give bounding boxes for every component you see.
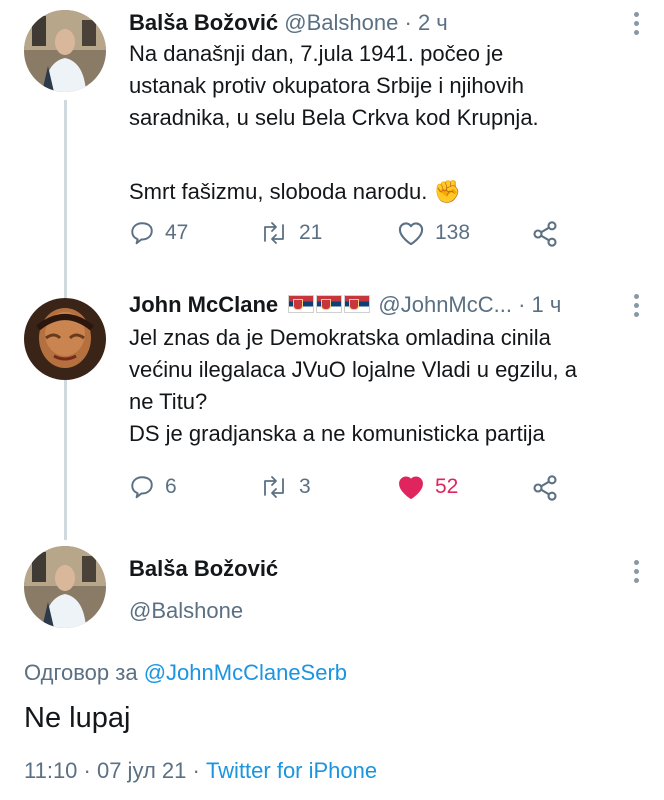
reply-context: Одговор за @JohnMcClaneSerb — [24, 660, 347, 686]
retweet-count: 3 — [299, 475, 311, 498]
retweet-icon — [264, 476, 284, 498]
tweet-header: Balša Božović @Balshone · 2 ч — [129, 10, 448, 36]
author-handle[interactable]: @Balshone — [129, 598, 243, 624]
reply-icon — [131, 222, 153, 245]
reply-prefix: Одговор за — [24, 660, 144, 685]
heart-icon — [399, 476, 423, 499]
tweet-line: Smrt fašizmu, sloboda narodu. ✊ — [129, 179, 461, 204]
serbian-flag-icon — [344, 295, 371, 313]
tweet-line: saradnika, u selu Bela Crkva kod Krupnja… — [129, 105, 539, 130]
tweet-header: John McClane @JohnMcC... · 1 ч — [129, 292, 561, 318]
retweet-count: 21 — [299, 221, 323, 244]
author-handle[interactable]: @Balshone — [284, 10, 398, 35]
tweet-actions: 47 21 138 — [129, 220, 569, 252]
serbian-flag-icon — [288, 295, 315, 313]
like-count: 138 — [435, 221, 471, 244]
reply-button[interactable]: 6 — [129, 474, 177, 500]
more-icon[interactable] — [634, 560, 640, 583]
tweet-line: Na današnji dan, 7.jula 1941. počeo je — [129, 41, 504, 66]
tweet-line: ustanak protiv okupatora Srbije i njihov… — [129, 73, 525, 98]
avatar[interactable] — [24, 298, 106, 380]
author-name[interactable]: Balša Božović — [129, 556, 278, 582]
tweet-line — [129, 134, 629, 166]
reply-count: 6 — [165, 475, 177, 498]
retweet-button[interactable]: 21 — [259, 220, 322, 246]
author-name[interactable]: John McClane — [129, 292, 278, 317]
share-button[interactable] — [531, 220, 559, 248]
tweet-actions: 6 3 52 — [129, 474, 569, 506]
reply-count: 47 — [165, 221, 189, 244]
more-icon[interactable] — [634, 294, 640, 317]
tweet-line: većinu ilegalaca JVuO lojalne Vladi u eg… — [129, 357, 578, 382]
heart-icon — [398, 222, 424, 246]
share-icon — [533, 475, 557, 501]
retweet-icon — [264, 222, 284, 244]
tweet-timestamp[interactable]: 11:10 · 07 јул 21 · — [24, 758, 206, 783]
avatar[interactable] — [24, 10, 106, 92]
tweet-text: Ne lupaj — [24, 702, 131, 734]
more-icon[interactable] — [634, 12, 640, 35]
tweet-source[interactable]: Twitter for iPhone — [206, 758, 377, 783]
reply-button[interactable]: 47 — [129, 220, 188, 246]
reply-icon — [131, 476, 153, 499]
tweet-time[interactable]: · 1 ч — [518, 292, 561, 317]
share-button[interactable] — [531, 474, 559, 502]
tweet-line: Jel znas da je Demokratska omladina cini… — [129, 325, 551, 350]
retweet-button[interactable]: 3 — [259, 474, 311, 500]
tweet-meta: 11:10 · 07 јул 21 · Twitter for iPhone — [24, 758, 377, 784]
author-name[interactable]: Balša Božović — [129, 10, 278, 35]
like-button[interactable]: 138 — [397, 220, 470, 246]
share-icon — [533, 221, 557, 247]
tweet-text: Na današnji dan, 7.jula 1941. počeo je u… — [129, 38, 629, 208]
author-handle[interactable]: @JohnMcC... — [378, 292, 512, 317]
like-button[interactable]: 52 — [397, 474, 458, 500]
reply-to-link[interactable]: @JohnMcClaneSerb — [144, 660, 347, 685]
avatar[interactable] — [24, 546, 106, 628]
tweet-text: Jel znas da je Demokratska omladina cini… — [129, 322, 629, 450]
tweet-time[interactable]: · 2 ч — [405, 10, 448, 35]
tweet-line: ne Titu? — [129, 389, 208, 414]
like-count: 52 — [435, 475, 459, 498]
tweet-line: DS je gradjanska a ne komunisticka parti… — [129, 421, 545, 446]
serbian-flag-icon — [316, 295, 343, 313]
